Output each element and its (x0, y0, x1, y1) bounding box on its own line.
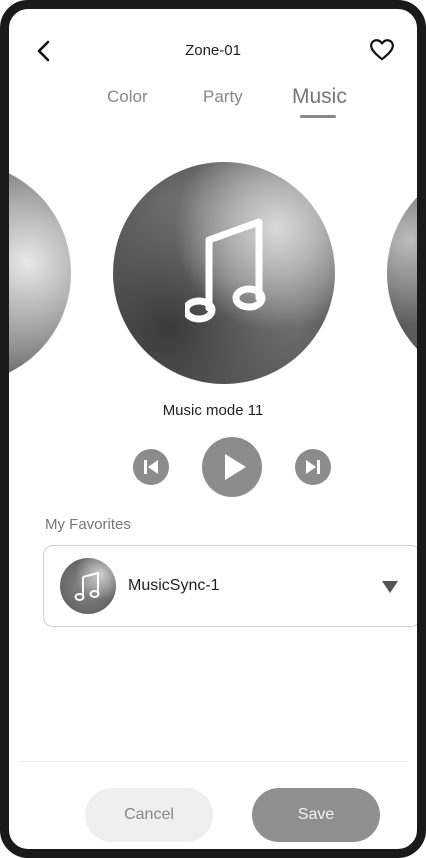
tab-indicator (300, 115, 336, 118)
favorite-selected-name: MusicSync-1 (128, 577, 220, 594)
page-title: Zone-01 (185, 42, 241, 59)
favorite-button[interactable] (369, 37, 395, 63)
playback-controls (9, 437, 417, 501)
favorites-label: My Favorites (45, 516, 131, 533)
music-note-icon (74, 572, 100, 601)
skip-previous-icon (144, 460, 158, 474)
tab-music[interactable]: Music (292, 85, 347, 109)
mode-tabs: Color Party Music (9, 85, 417, 127)
favorites-dropdown[interactable]: MusicSync-1 (43, 545, 417, 627)
save-button[interactable]: Save (252, 788, 380, 842)
play-button[interactable] (202, 437, 262, 497)
skip-next-button[interactable] (295, 449, 331, 485)
caret-down-icon (382, 581, 398, 593)
tab-party[interactable]: Party (203, 87, 243, 107)
music-note-icon (185, 218, 266, 323)
skip-next-icon (306, 460, 320, 474)
carousel-disc-current[interactable] (113, 162, 335, 384)
header: Zone-01 (9, 9, 417, 79)
favorite-avatar (60, 558, 116, 614)
carousel-disc-previous[interactable] (9, 162, 71, 384)
mode-carousel[interactable] (9, 159, 417, 389)
tab-color[interactable]: Color (107, 87, 148, 107)
cancel-button[interactable]: Cancel (85, 788, 213, 842)
footer-divider (18, 761, 408, 762)
carousel-disc-next[interactable] (387, 162, 417, 384)
play-icon (225, 454, 246, 480)
skip-previous-button[interactable] (133, 449, 169, 485)
phone-frame: Zone-01 Color Party Music Music mode 11 (0, 0, 426, 858)
heart-outline-icon (370, 39, 394, 61)
music-mode-name: Music mode 11 (162, 402, 264, 419)
